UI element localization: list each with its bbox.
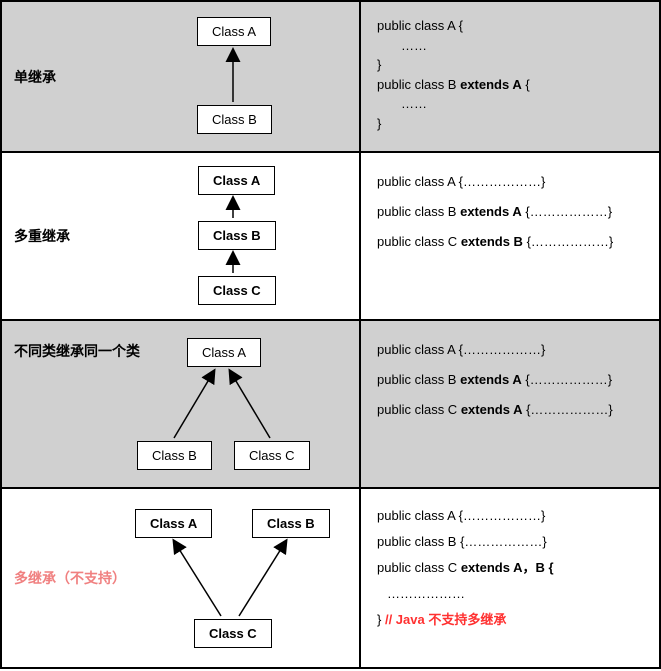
code-cell: public class A {………………} public class B e… — [361, 153, 659, 319]
row-multilevel-inheritance: 多重继承 Class A Class B Class C public clas… — [2, 153, 659, 321]
code-line: …… — [377, 36, 643, 56]
class-c-box: Class C — [198, 276, 276, 305]
code-line: public class A {………………} — [377, 503, 643, 529]
diagram-cell: 不同类继承同一个类 Class A Class B Class C — [2, 321, 361, 487]
code-cell: public class A {………………} public class B {… — [361, 489, 659, 667]
code-line: ……………… — [377, 581, 643, 607]
inheritance-diagram-table: 单继承 Class A Class B public class A { …… … — [0, 0, 661, 669]
code-line: public class B extends A {………………} — [377, 197, 643, 227]
class-b-box: Class B — [137, 441, 212, 470]
row-multiple-inheritance: 多继承（不支持） Class A Class B Class C public … — [2, 489, 659, 667]
code-block: public class A {………………} public class B e… — [377, 167, 643, 257]
class-c-box: Class C — [194, 619, 272, 648]
code-line: public class C extends A {………………} — [377, 395, 643, 425]
class-b-box: Class B — [198, 221, 276, 250]
code-line: } — [377, 55, 643, 75]
diagram-cell: 单继承 Class A Class B — [2, 2, 361, 151]
class-a-box: Class A — [198, 166, 275, 195]
code-line: public class A {………………} — [377, 167, 643, 197]
arrow-svg — [2, 153, 359, 319]
code-line: public class B {………………} — [377, 529, 643, 555]
code-line: public class C extends A，B { — [377, 555, 643, 581]
diagram: Class A Class B Class C — [2, 153, 359, 319]
code-block: public class A { …… } public class B ext… — [377, 16, 643, 133]
class-b-box: Class B — [252, 509, 330, 538]
code-line: } — [377, 114, 643, 134]
code-line: public class B extends A {………………} — [377, 365, 643, 395]
row-single-inheritance: 单继承 Class A Class B public class A { …… … — [2, 2, 659, 153]
code-line: public class A { — [377, 16, 643, 36]
code-line: } // Java 不支持多继承 — [377, 607, 643, 633]
code-line: public class B extends A { — [377, 75, 643, 95]
row-hierarchical-inheritance: 不同类继承同一个类 Class A Class B Class C public… — [2, 321, 659, 489]
class-b-box: Class B — [197, 105, 272, 134]
arrow-svg — [2, 2, 359, 151]
class-a-box: Class A — [187, 338, 261, 367]
code-block: public class A {………………} public class B e… — [377, 335, 643, 425]
class-a-box: Class A — [135, 509, 212, 538]
code-line: …… — [377, 94, 643, 114]
code-line: public class C extends B {………………} — [377, 227, 643, 257]
code-cell: public class A {………………} public class B e… — [361, 321, 659, 487]
code-line: public class A {………………} — [377, 335, 643, 365]
code-cell: public class A { …… } public class B ext… — [361, 2, 659, 151]
class-c-box: Class C — [234, 441, 310, 470]
diagram: Class A Class B — [2, 2, 359, 151]
code-block: public class A {………………} public class B {… — [377, 503, 643, 633]
class-a-box: Class A — [197, 17, 271, 46]
diagram-cell: 多重继承 Class A Class B Class C — [2, 153, 361, 319]
diagram: Class A Class B Class C — [2, 489, 359, 667]
diagram-cell: 多继承（不支持） Class A Class B Class C — [2, 489, 361, 667]
diagram: Class A Class B Class C — [2, 321, 359, 487]
